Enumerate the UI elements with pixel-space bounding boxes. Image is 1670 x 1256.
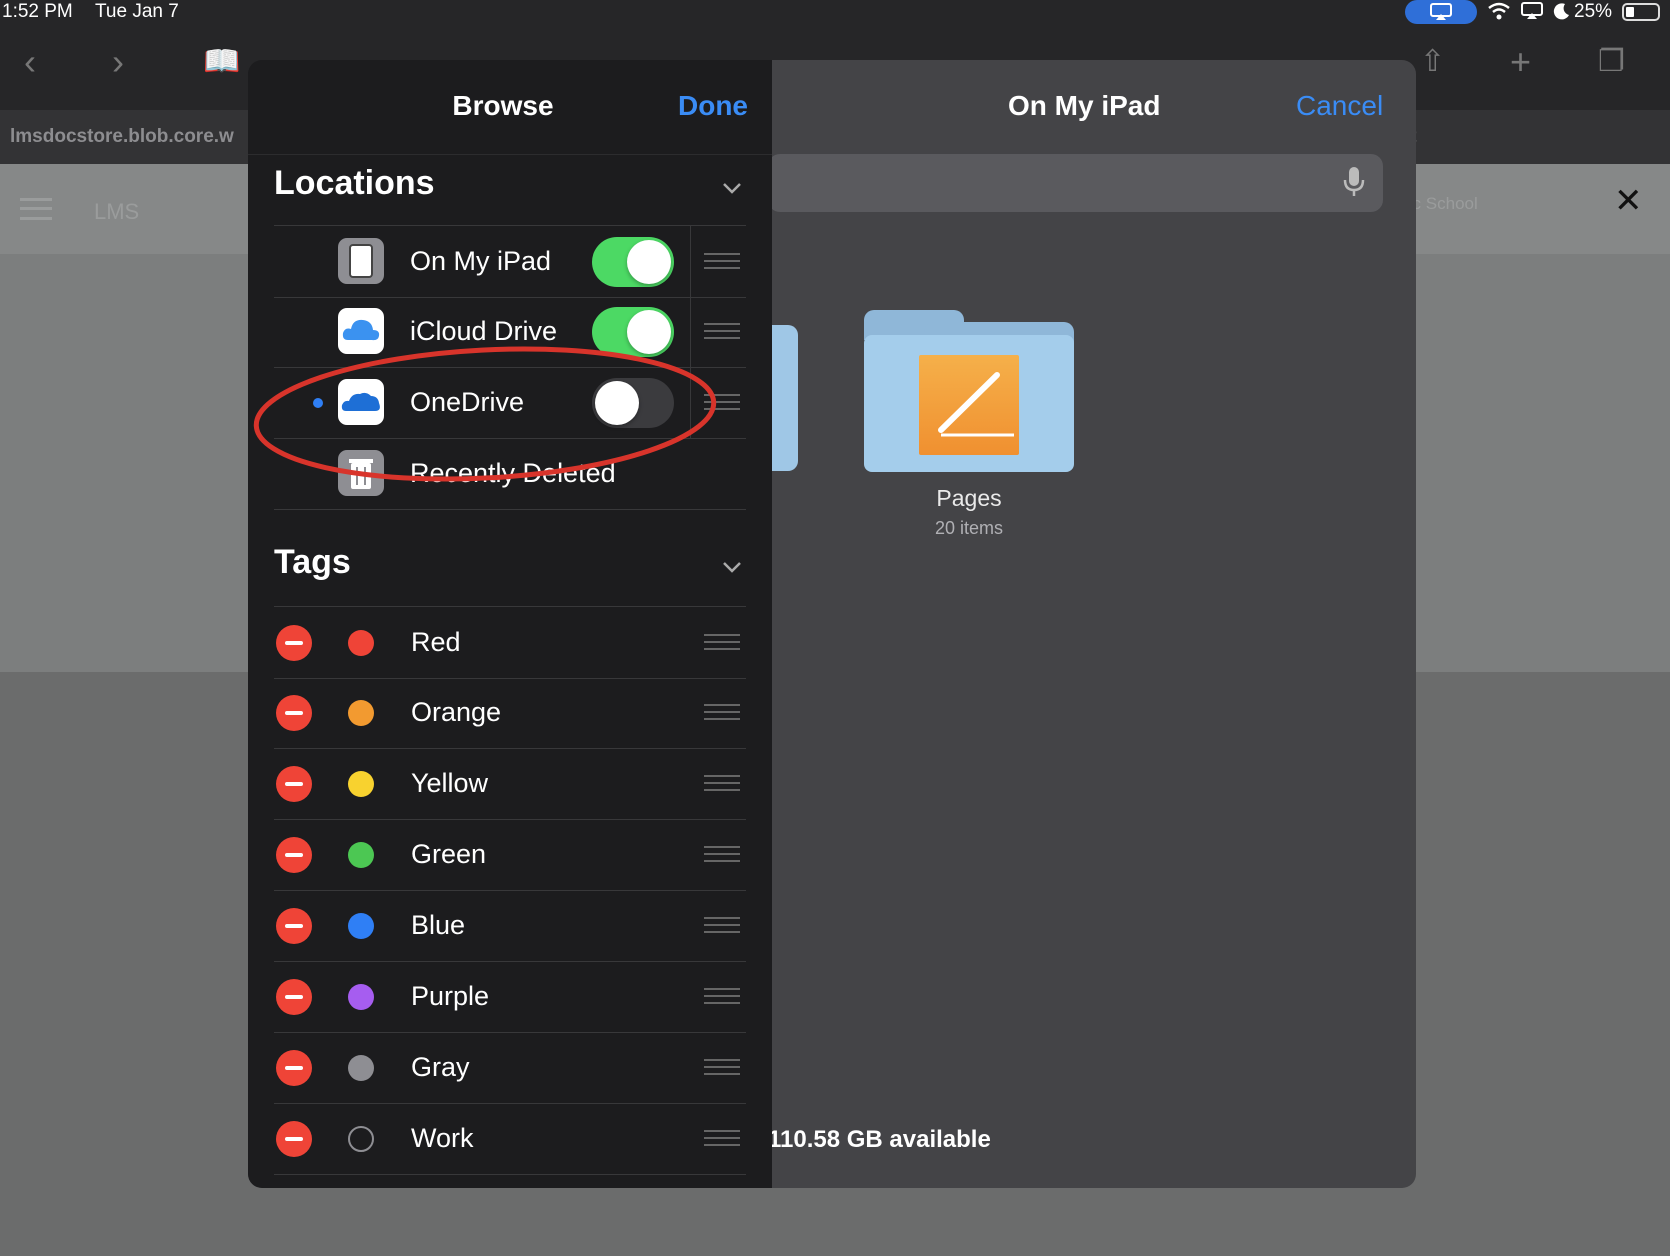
onedrive-icon: [338, 379, 384, 425]
reorder-handle-icon[interactable]: [704, 253, 740, 269]
reorder-handle-icon[interactable]: [704, 917, 740, 933]
tag-color-dot: [348, 984, 374, 1010]
do-not-disturb-icon: [1553, 3, 1569, 20]
chevron-down-icon[interactable]: [722, 561, 742, 573]
tag-row-green[interactable]: Green: [274, 819, 746, 891]
tag-color-dot: [348, 630, 374, 656]
tag-color-dot: [348, 913, 374, 939]
tag-row-orange[interactable]: Orange: [274, 677, 746, 749]
delete-minus-icon[interactable]: [276, 908, 312, 944]
tag-color-dot: [348, 700, 374, 726]
tag-label: Blue: [411, 910, 466, 940]
cancel-button[interactable]: Cancel: [1296, 90, 1383, 122]
files-picker: On My iPad Cancel Pages 20 items 110.58 …: [248, 60, 1416, 1188]
back-icon[interactable]: ‹: [24, 44, 36, 80]
microphone-icon[interactable]: [1343, 166, 1365, 198]
close-icon[interactable]: ✕: [1614, 184, 1643, 218]
tag-label: Yellow: [411, 768, 489, 798]
folder-item-count: 20 items: [934, 518, 1004, 538]
reorder-handle-icon[interactable]: [704, 394, 740, 410]
location-label: OneDrive: [410, 387, 525, 417]
toggle-switch-on[interactable]: [592, 307, 674, 357]
reorder-handle-icon[interactable]: [704, 323, 740, 339]
browse-sidebar: Browse Done Locations On My iPad iCloud …: [248, 60, 772, 1188]
forward-icon[interactable]: ›: [112, 44, 124, 80]
tag-row-yellow[interactable]: Yellow: [274, 748, 746, 820]
tag-row-work[interactable]: Work: [274, 1103, 746, 1175]
tag-color-dot: [348, 771, 374, 797]
pages-folder[interactable]: [864, 310, 1074, 472]
tag-color-dot: [348, 1126, 374, 1152]
reorder-handle-icon[interactable]: [704, 1130, 740, 1146]
status-bar: 1:52 PM Tue Jan 7 25%: [0, 0, 1670, 26]
toggle-switch-off[interactable]: [592, 378, 674, 428]
tag-label: Orange: [411, 697, 502, 727]
airplay-icon[interactable]: [1405, 0, 1477, 24]
location-row-recently-deleted[interactable]: Recently Deleted: [274, 438, 746, 510]
search-field[interactable]: [768, 154, 1383, 212]
tag-label: Purple: [411, 981, 490, 1011]
locations-heading: Locations: [274, 164, 435, 202]
tag-label: Work: [411, 1123, 474, 1153]
status-date: Tue Jan 7: [95, 1, 179, 22]
battery-icon: [1622, 3, 1660, 21]
location-row-icloud-drive[interactable]: iCloud Drive: [274, 296, 746, 368]
toggle-switch-on[interactable]: [592, 237, 674, 287]
location-label: On My iPad: [410, 246, 552, 276]
new-tab-icon[interactable]: +: [1510, 44, 1531, 80]
tab-left-title[interactable]: lmsdocstore.blob.core.w: [10, 126, 234, 148]
tag-color-dot: [348, 842, 374, 868]
tag-row-blue[interactable]: Blue: [274, 890, 746, 962]
folder-partial[interactable]: [768, 325, 798, 471]
bookmarks-icon[interactable]: 📖: [203, 44, 240, 80]
chevron-down-icon[interactable]: [722, 182, 742, 194]
pages-app-icon: [919, 355, 1019, 455]
icloud-icon: [338, 308, 384, 354]
location-label: iCloud Drive: [410, 316, 558, 346]
reorder-handle-icon[interactable]: [704, 1059, 740, 1075]
tag-label: Gray: [411, 1052, 470, 1082]
ipad-icon: [338, 238, 384, 284]
tag-label: Red: [411, 627, 461, 657]
location-title: On My iPad: [1008, 90, 1161, 121]
reorder-handle-icon[interactable]: [704, 704, 740, 720]
delete-minus-icon[interactable]: [276, 695, 312, 731]
delete-minus-icon[interactable]: [276, 979, 312, 1015]
done-button[interactable]: Done: [678, 90, 748, 122]
delete-minus-icon[interactable]: [276, 837, 312, 873]
reorder-handle-icon[interactable]: [704, 846, 740, 862]
location-row-on-my-ipad[interactable]: On My iPad: [274, 225, 746, 298]
reorder-handle-icon[interactable]: [704, 775, 740, 791]
sidebar-header: Browse Done: [248, 60, 772, 155]
tag-color-dot: [348, 1055, 374, 1081]
delete-minus-icon[interactable]: [276, 766, 312, 802]
storage-available: 110.58 GB available: [768, 1126, 991, 1153]
location-row-onedrive[interactable]: OneDrive: [274, 367, 746, 439]
menu-icon[interactable]: [20, 198, 52, 220]
new-indicator-dot: [313, 398, 323, 408]
reorder-handle-icon[interactable]: [704, 988, 740, 1004]
share-icon[interactable]: ⇧: [1420, 44, 1445, 80]
delete-minus-icon[interactable]: [276, 625, 312, 661]
delete-minus-icon[interactable]: [276, 1121, 312, 1157]
page-logo: LMS: [94, 199, 140, 224]
tag-row-purple[interactable]: Purple: [274, 961, 746, 1033]
wifi-icon: [1488, 2, 1510, 20]
status-time: 1:52 PM: [2, 1, 73, 22]
tag-label: Green: [411, 839, 487, 869]
trash-icon: [338, 450, 384, 496]
tabs-icon[interactable]: ❐: [1598, 44, 1625, 80]
folder-name: Pages: [936, 485, 1002, 511]
battery-percent: 25%: [1574, 1, 1613, 22]
tag-row-gray[interactable]: Gray: [274, 1032, 746, 1104]
tag-row-red[interactable]: Red: [274, 606, 746, 679]
delete-minus-icon[interactable]: [276, 1050, 312, 1086]
tags-heading: Tags: [274, 543, 351, 581]
reorder-handle-icon[interactable]: [704, 634, 740, 650]
location-label: Recently Deleted: [410, 458, 616, 488]
screen-mirror-icon: [1521, 2, 1543, 19]
